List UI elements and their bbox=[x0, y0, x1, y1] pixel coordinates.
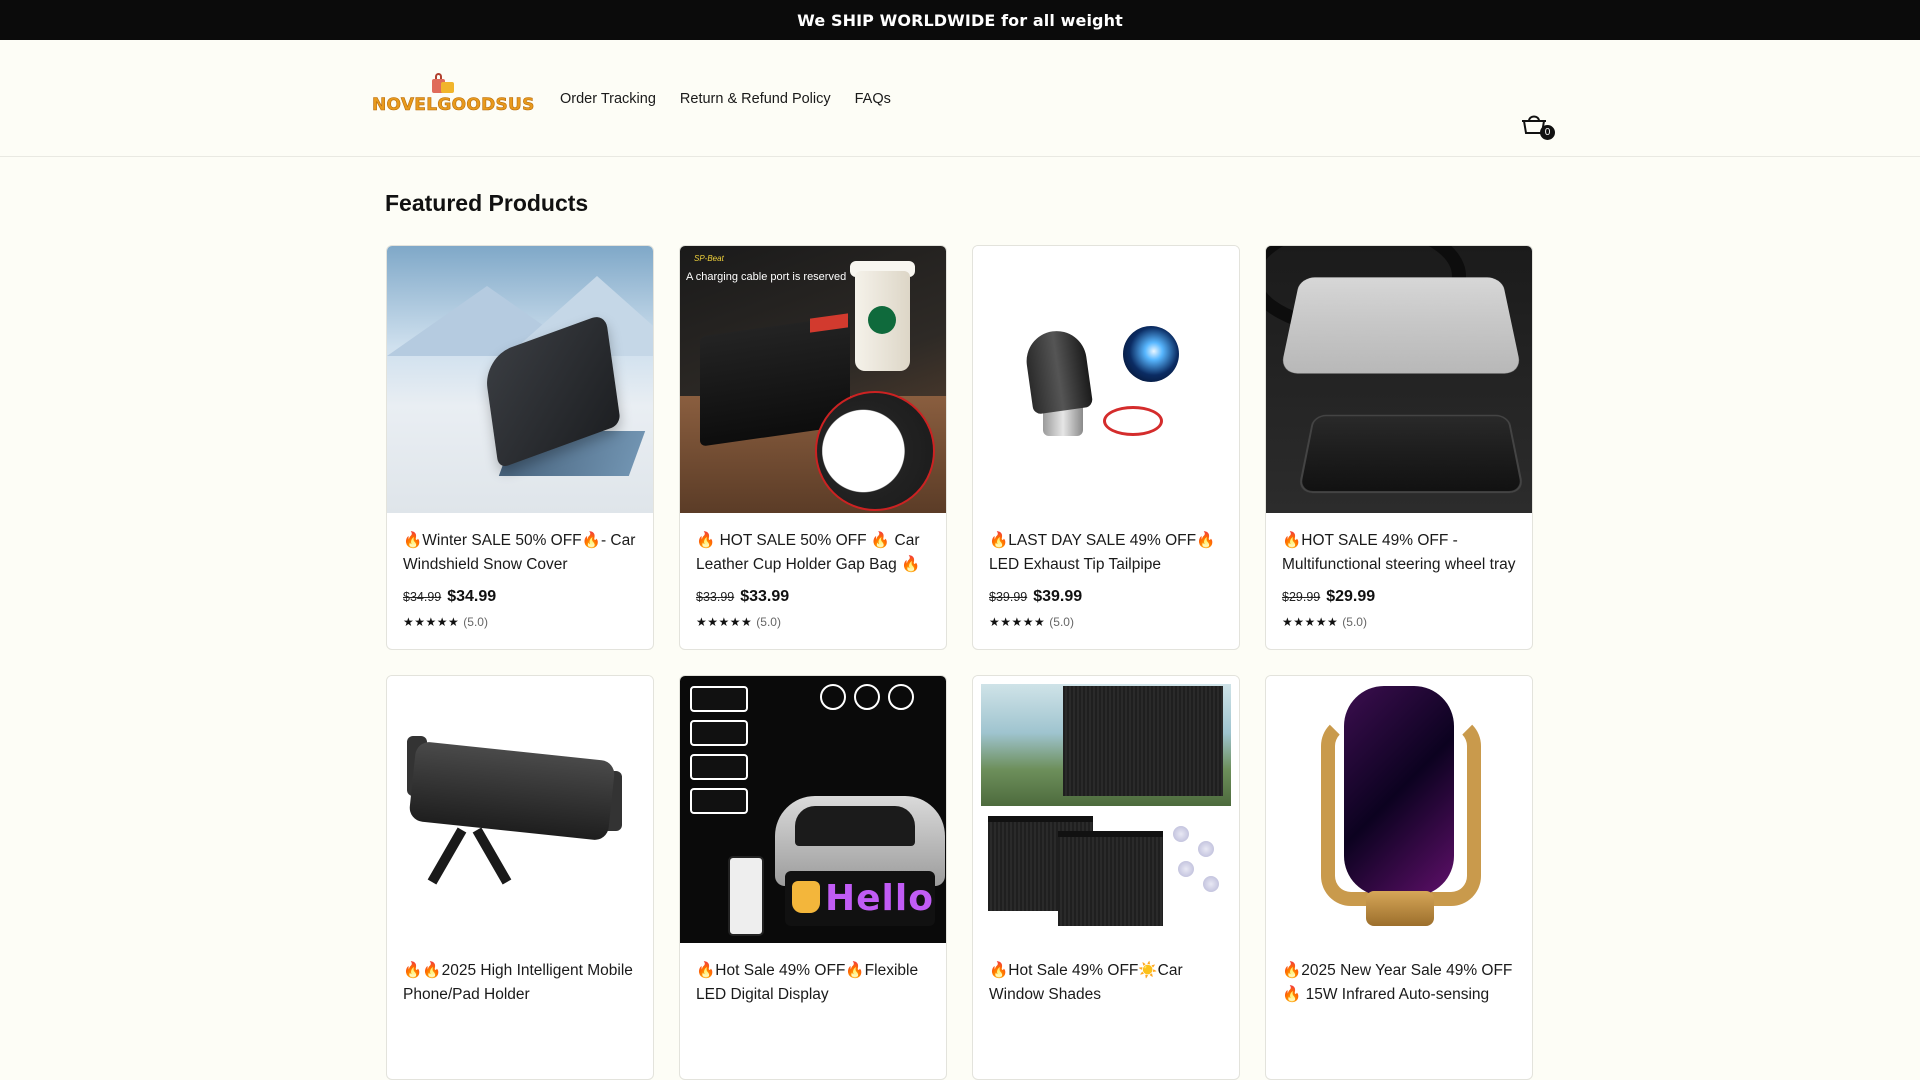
product-image[interactable] bbox=[1266, 246, 1532, 513]
product-title[interactable]: 🔥HOT SALE 49% OFF - Multifunctional stee… bbox=[1282, 529, 1516, 577]
announcement-text: We SHIP WORLDWIDE for all weight bbox=[797, 10, 1123, 30]
product-card[interactable]: SP-Beat A charging cable port is reserve… bbox=[679, 245, 947, 650]
compare-price: $29.99 bbox=[1282, 590, 1321, 604]
product-title[interactable]: 🔥🔥2025 High Intelligent Mobile Phone/Pad… bbox=[403, 959, 637, 1007]
product-title[interactable]: 🔥Hot Sale 49% OFF🔥Flexible LED Digital D… bbox=[696, 959, 930, 1007]
product-card[interactable]: 🔥LAST DAY SALE 49% OFF🔥LED Exhaust Tip T… bbox=[972, 245, 1240, 650]
product-card[interactable]: 🔥Hot Sale 49% OFF☀️Car Window Shades bbox=[972, 675, 1240, 1080]
product-grid: 🔥Winter SALE 50% OFF🔥- Car Windshield Sn… bbox=[386, 245, 1534, 1080]
product-title[interactable]: 🔥Winter SALE 50% OFF🔥- Car Windshield Sn… bbox=[403, 529, 637, 577]
product-image[interactable] bbox=[973, 676, 1239, 943]
cart-button[interactable]: 0 bbox=[1520, 112, 1556, 142]
sale-price: $39.99 bbox=[1033, 588, 1083, 605]
shopping-bag-icon bbox=[432, 73, 454, 93]
nav-faqs[interactable]: FAQs bbox=[855, 91, 891, 107]
nav-order-tracking[interactable]: Order Tracking bbox=[560, 91, 656, 107]
star-icon: ★★★★★ bbox=[403, 615, 460, 629]
logo-text: NOVELGOODSUS bbox=[372, 95, 535, 116]
compare-price: $34.99 bbox=[403, 590, 442, 604]
product-image[interactable] bbox=[973, 246, 1239, 513]
nav-return-refund-policy[interactable]: Return & Refund Policy bbox=[680, 91, 831, 107]
product-title[interactable]: 🔥 HOT SALE 50% OFF 🔥 Car Leather Cup Hol… bbox=[696, 529, 930, 577]
rating-value: (5.0) bbox=[463, 615, 488, 629]
sale-price: $34.99 bbox=[447, 588, 497, 605]
product-title[interactable]: 🔥Hot Sale 49% OFF☀️Car Window Shades bbox=[989, 959, 1223, 1007]
star-icon: ★★★★★ bbox=[696, 615, 753, 629]
section-title: Featured Products bbox=[385, 190, 589, 216]
product-title[interactable]: 🔥2025 New Year Sale 49% OFF🔥 15W Infrare… bbox=[1282, 959, 1516, 1007]
cart-count-badge: 0 bbox=[1540, 125, 1555, 140]
product-card[interactable]: 🔥Winter SALE 50% OFF🔥- Car Windshield Sn… bbox=[386, 245, 654, 650]
rating-value: (5.0) bbox=[1049, 615, 1074, 629]
compare-price: $33.99 bbox=[696, 590, 735, 604]
announcement-bar: We SHIP WORLDWIDE for all weight bbox=[0, 0, 1920, 40]
star-icon: ★★★★★ bbox=[989, 615, 1046, 629]
star-icon: ★★★★★ bbox=[1282, 615, 1339, 629]
product-card[interactable]: Hello 🔥Hot Sale 49% OFF🔥Flexible LED Dig… bbox=[679, 675, 947, 1080]
product-image[interactable]: SP-Beat A charging cable port is reserve… bbox=[680, 246, 946, 513]
product-card[interactable]: 🔥HOT SALE 49% OFF - Multifunctional stee… bbox=[1265, 245, 1533, 650]
sale-price: $33.99 bbox=[740, 588, 790, 605]
product-image[interactable] bbox=[387, 246, 653, 513]
product-title[interactable]: 🔥LAST DAY SALE 49% OFF🔥LED Exhaust Tip T… bbox=[989, 529, 1223, 577]
rating-value: (5.0) bbox=[756, 615, 781, 629]
product-card[interactable]: 🔥🔥2025 High Intelligent Mobile Phone/Pad… bbox=[386, 675, 654, 1080]
rating-value: (5.0) bbox=[1342, 615, 1367, 629]
product-card[interactable]: 🔥2025 New Year Sale 49% OFF🔥 15W Infrare… bbox=[1265, 675, 1533, 1080]
product-image[interactable]: Hello bbox=[680, 676, 946, 943]
product-image[interactable] bbox=[1266, 676, 1532, 943]
main-nav: Order Tracking Return & Refund Policy FA… bbox=[560, 40, 891, 157]
sale-price: $29.99 bbox=[1326, 588, 1376, 605]
site-header: NOVELGOODSUS Order Tracking Return & Ref… bbox=[0, 40, 1920, 157]
product-image[interactable] bbox=[387, 676, 653, 943]
site-logo[interactable]: NOVELGOODSUS bbox=[372, 73, 535, 125]
compare-price: $39.99 bbox=[989, 590, 1028, 604]
image-caption: A charging cable port is reserved bbox=[686, 271, 847, 283]
image-brand-text: SP-Beat bbox=[694, 254, 724, 263]
